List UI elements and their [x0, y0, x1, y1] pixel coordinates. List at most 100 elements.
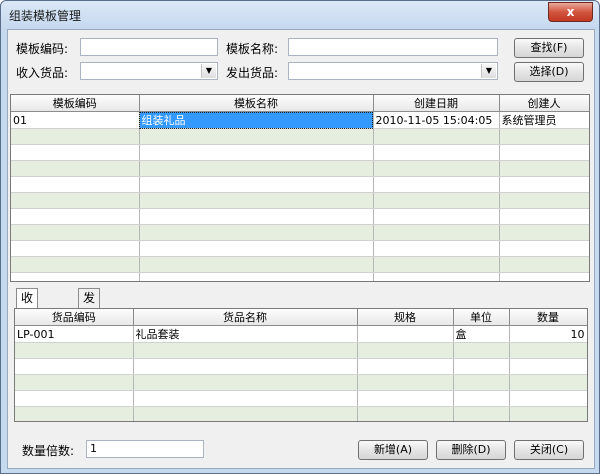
table-cell[interactable] [139, 224, 374, 241]
goods-grid[interactable]: 货品编码 货品名称 规格 单位 数量 LP-001 礼品套装 盒 10 [14, 308, 588, 422]
table-cell[interactable] [11, 224, 140, 241]
table-cell[interactable] [133, 406, 358, 421]
table-cell[interactable] [139, 144, 374, 161]
table-cell[interactable] [453, 390, 510, 407]
table-cell[interactable] [357, 342, 454, 359]
table-cell[interactable] [15, 390, 134, 407]
select-button[interactable]: 选择(D) [514, 62, 584, 82]
table-cell[interactable] [509, 342, 587, 359]
table-cell[interactable] [453, 342, 510, 359]
add-button[interactable]: 新增(A) [358, 440, 428, 460]
table-row[interactable] [11, 176, 589, 193]
table-cell[interactable] [499, 160, 589, 177]
table-cell[interactable] [357, 325, 454, 343]
table-cell[interactable] [453, 374, 510, 391]
table-cell[interactable] [499, 208, 589, 225]
table-row[interactable]: LP-001 礼品套装 盒 10 [15, 325, 587, 343]
table-cell[interactable] [15, 374, 134, 391]
close-dialog-button[interactable]: 关闭(C) [514, 440, 584, 460]
outgoing-goods-select[interactable]: ▼ [288, 62, 498, 80]
table-row[interactable] [15, 406, 587, 421]
column-header[interactable]: 货品名称 [133, 309, 358, 326]
table-cell[interactable] [11, 160, 140, 177]
table-row[interactable] [11, 160, 589, 177]
table-cell[interactable] [509, 358, 587, 375]
table-cell[interactable] [499, 272, 589, 281]
table-cell[interactable] [357, 406, 454, 421]
table-cell[interactable] [373, 272, 500, 281]
table-cell[interactable] [357, 390, 454, 407]
table-cell[interactable] [15, 342, 134, 359]
table-cell[interactable] [139, 176, 374, 193]
table-row[interactable] [11, 240, 589, 257]
search-button[interactable]: 查找(F) [514, 38, 584, 58]
table-cell[interactable] [357, 374, 454, 391]
table-cell[interactable] [139, 272, 374, 281]
table-row[interactable]: 01 组装礼品 2010-11-05 15:04:05 系统管理员 [11, 111, 589, 129]
table-cell[interactable] [499, 128, 589, 145]
table-row[interactable] [15, 358, 587, 375]
table-cell[interactable] [15, 406, 134, 421]
templates-grid[interactable]: 模板编码 模板名称 创建日期 创建人 01 组装礼品 2010-11-05 15:04:0… [10, 94, 590, 282]
table-cell[interactable] [373, 240, 500, 257]
dropdown-arrow-icon[interactable]: ▼ [481, 64, 496, 78]
template-code-input[interactable] [80, 38, 218, 56]
delete-button[interactable]: 删除(D) [436, 440, 506, 460]
table-cell[interactable] [499, 176, 589, 193]
table-cell[interactable] [11, 144, 140, 161]
column-header[interactable]: 单位 [453, 309, 510, 326]
table-cell[interactable] [11, 208, 140, 225]
table-cell[interactable] [373, 160, 500, 177]
table-cell[interactable] [11, 256, 140, 273]
table-cell[interactable]: 组装礼品 [139, 111, 374, 129]
table-row[interactable] [15, 374, 587, 391]
table-cell[interactable] [509, 374, 587, 391]
table-cell[interactable] [11, 192, 140, 209]
table-cell[interactable] [11, 176, 140, 193]
table-cell[interactable] [139, 240, 374, 257]
column-header[interactable]: 规格 [357, 309, 454, 326]
table-row[interactable] [11, 144, 589, 161]
table-row[interactable] [15, 342, 587, 359]
column-header[interactable]: 创建日期 [373, 95, 500, 112]
template-name-input[interactable] [288, 38, 498, 56]
table-cell[interactable] [11, 128, 140, 145]
table-cell[interactable] [357, 358, 454, 375]
table-cell[interactable]: 系统管理员 [499, 111, 589, 129]
incoming-goods-select[interactable]: ▼ [80, 62, 218, 80]
table-cell[interactable] [453, 406, 510, 421]
table-row[interactable] [11, 256, 589, 273]
table-cell[interactable]: 盒 [453, 325, 510, 343]
quantity-multiplier-input[interactable]: 1 [86, 440, 204, 458]
close-button[interactable]: x [548, 2, 593, 22]
column-header[interactable]: 模板名称 [139, 95, 374, 112]
table-cell[interactable]: 礼品套装 [133, 325, 358, 343]
table-row[interactable] [11, 128, 589, 145]
table-cell[interactable] [139, 208, 374, 225]
table-cell[interactable] [499, 240, 589, 257]
table-cell[interactable] [499, 192, 589, 209]
column-header[interactable]: 模板编码 [11, 95, 140, 112]
table-cell[interactable] [373, 128, 500, 145]
table-cell[interactable] [133, 374, 358, 391]
table-cell[interactable] [373, 208, 500, 225]
table-cell[interactable] [499, 144, 589, 161]
table-cell[interactable] [139, 160, 374, 177]
table-cell[interactable] [139, 256, 374, 273]
table-cell[interactable] [453, 358, 510, 375]
table-row[interactable] [11, 272, 589, 281]
tab-incoming-goods[interactable]: 收入货品 [16, 288, 39, 359]
table-cell[interactable] [373, 144, 500, 161]
tab-outgoing-goods[interactable]: 发出货品 [78, 288, 101, 359]
table-cell[interactable] [133, 390, 358, 407]
table-cell[interactable]: LP-001 [15, 325, 134, 343]
table-cell[interactable] [373, 192, 500, 209]
table-cell[interactable] [373, 256, 500, 273]
table-row[interactable] [11, 224, 589, 241]
table-cell[interactable] [139, 128, 374, 145]
table-cell[interactable] [373, 176, 500, 193]
table-cell[interactable] [139, 192, 374, 209]
column-header[interactable]: 数量 [509, 309, 587, 326]
table-cell[interactable] [133, 358, 358, 375]
table-cell[interactable]: 2010-11-05 15:04:05 [373, 111, 500, 129]
